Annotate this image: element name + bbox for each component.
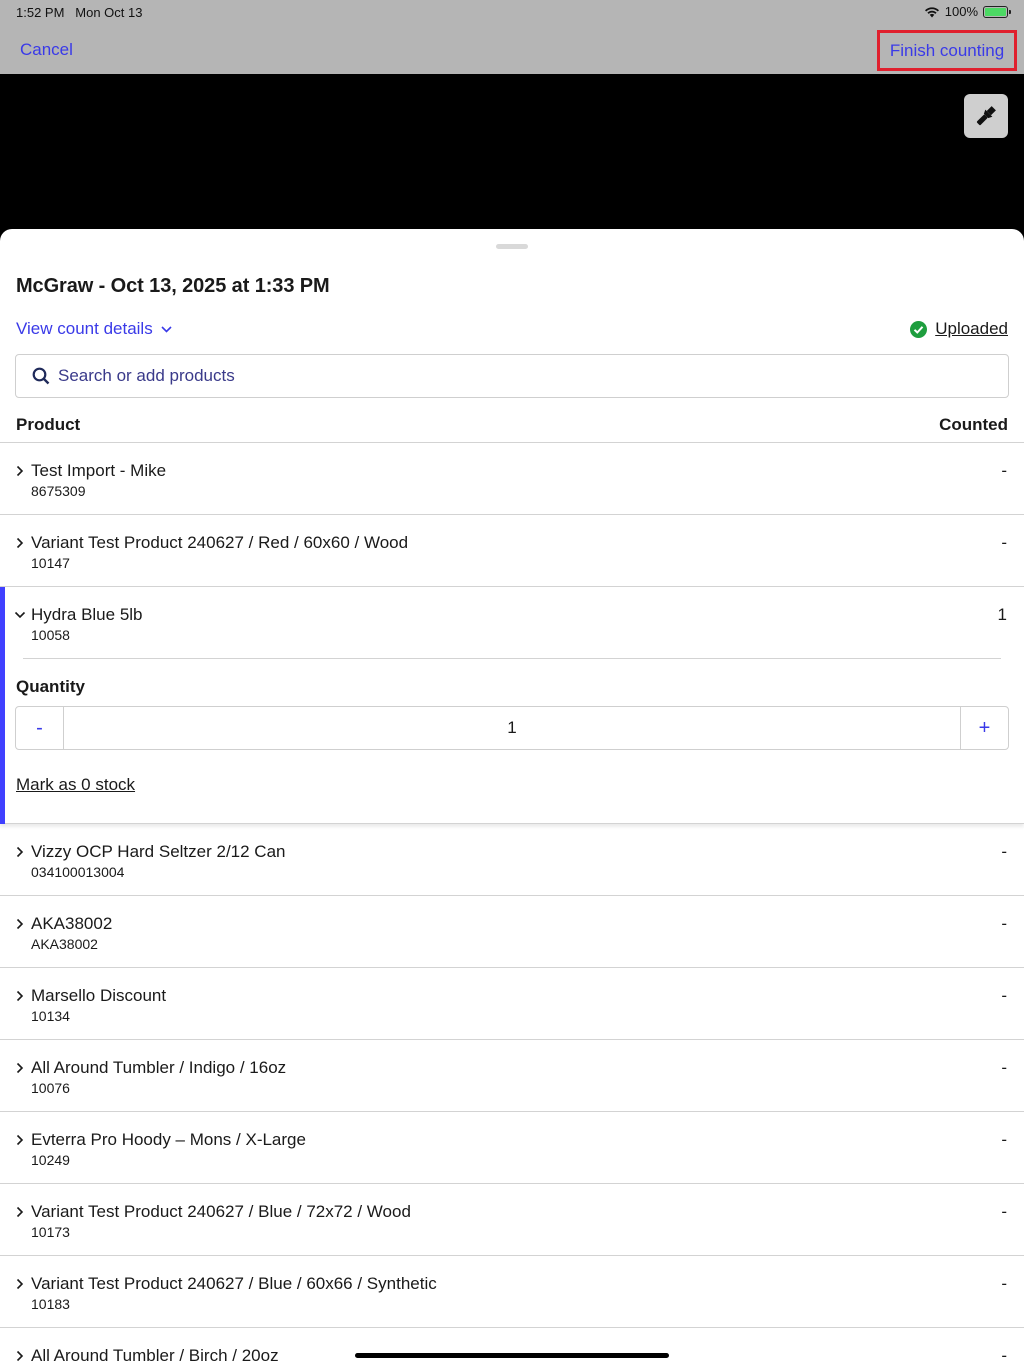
mark-zero-stock-link[interactable]: Mark as 0 stock	[16, 775, 135, 795]
status-indicators: 100%	[924, 4, 1011, 19]
chevron-right-icon	[16, 846, 24, 858]
product-counted: 1	[997, 605, 1007, 624]
increment-button[interactable]: +	[960, 707, 1008, 749]
product-row[interactable]: Test Import - Mike 8675309 -	[0, 443, 1024, 515]
uploaded-link[interactable]: Uploaded	[935, 319, 1008, 339]
product-row[interactable]: Variant Test Product 240627 / Blue / 60x…	[0, 1256, 1024, 1328]
battery-icon	[983, 5, 1011, 18]
view-count-details-link[interactable]: View count details	[16, 319, 172, 339]
product-sku: 8675309	[31, 483, 86, 499]
chevron-right-icon	[16, 1278, 24, 1290]
product-sku: 10058	[31, 627, 70, 643]
product-counted: -	[1001, 1346, 1007, 1365]
product-counted: -	[1001, 842, 1007, 861]
chevron-right-icon	[16, 1350, 24, 1362]
search-input[interactable]	[58, 366, 1008, 386]
product-row[interactable]: Variant Test Product 240627 / Blue / 72x…	[0, 1184, 1024, 1256]
chevron-right-icon	[16, 990, 24, 1002]
product-sku: 10249	[31, 1152, 70, 1168]
divider	[23, 658, 1001, 659]
product-name: Test Import - Mike	[31, 461, 167, 480]
product-row[interactable]: Hydra Blue 5lb 10058 1	[0, 587, 1024, 659]
column-counted: Counted	[939, 415, 1008, 434]
column-product: Product	[16, 415, 81, 434]
quantity-label: Quantity	[16, 677, 85, 696]
product-name: Marsello Discount	[31, 986, 167, 1005]
product-name: Variant Test Product 240627 / Blue / 60x…	[31, 1274, 437, 1293]
table-header: Product Counted	[0, 401, 1024, 443]
count-sheet: McGraw - Oct 13, 2025 at 1:33 PM View co…	[0, 229, 1024, 1366]
chevron-right-icon	[16, 537, 24, 549]
product-row-expanded: Hydra Blue 5lb 10058 1 Quantity - 1 +	[0, 587, 1024, 824]
product-sku: 034100013004	[31, 864, 125, 880]
product-sku: 10076	[31, 1080, 70, 1096]
camera-preview	[0, 74, 1024, 244]
chevron-down-icon	[14, 611, 26, 619]
flashlight-button[interactable]	[964, 94, 1008, 138]
quantity-input[interactable]: 1	[64, 707, 960, 749]
flashlight-icon	[976, 106, 996, 126]
upload-status: Uploaded	[910, 319, 1008, 339]
product-name: Variant Test Product 240627 / Blue / 72x…	[31, 1202, 411, 1221]
product-counted: -	[1001, 1274, 1007, 1293]
product-sku: 10173	[31, 1224, 70, 1240]
chevron-down-icon	[161, 325, 172, 333]
product-row[interactable]: Marsello Discount 10134 -	[0, 968, 1024, 1040]
product-row[interactable]: All Around Tumbler / Birch / 20oz -	[0, 1328, 1024, 1366]
sheet-grabber[interactable]	[496, 244, 528, 249]
product-counted: -	[1001, 461, 1007, 480]
product-sku: 10147	[31, 555, 70, 571]
product-name: Hydra Blue 5lb	[31, 605, 143, 624]
quantity-stepper: - 1 +	[15, 706, 1009, 750]
search-icon	[32, 367, 50, 385]
product-counted: -	[1001, 986, 1007, 1005]
product-counted: -	[1001, 914, 1007, 933]
product-name: Evterra Pro Hoody – Mons / X-Large	[31, 1130, 306, 1149]
chevron-right-icon	[16, 1134, 24, 1146]
status-time: 1:52 PM Mon Oct 13	[16, 5, 143, 20]
product-sku: 10183	[31, 1296, 70, 1312]
count-title: McGraw - Oct 13, 2025 at 1:33 PM	[16, 275, 330, 297]
product-row[interactable]: Variant Test Product 240627 / Red / 60x6…	[0, 515, 1024, 587]
product-counted: -	[1001, 1130, 1007, 1149]
product-row[interactable]: All Around Tumbler / Indigo / 16oz 10076…	[0, 1040, 1024, 1112]
product-list: Test Import - Mike 8675309 - Variant Tes…	[0, 443, 1024, 1366]
product-counted: -	[1001, 1202, 1007, 1221]
product-counted: -	[1001, 533, 1007, 552]
chevron-right-icon	[16, 1206, 24, 1218]
product-sku: AKA38002	[31, 936, 98, 952]
product-sku: 10134	[31, 1008, 70, 1024]
chevron-right-icon	[16, 465, 24, 477]
check-circle-icon	[910, 320, 928, 338]
battery-percent: 100%	[944, 4, 978, 19]
product-row[interactable]: AKA38002 AKA38002 -	[0, 896, 1024, 968]
wifi-icon	[924, 6, 939, 17]
chevron-right-icon	[16, 918, 24, 930]
product-name: Vizzy OCP Hard Seltzer 2/12 Can	[31, 842, 286, 861]
product-name: All Around Tumbler / Indigo / 16oz	[31, 1058, 287, 1077]
product-name: Variant Test Product 240627 / Red / 60x6…	[31, 533, 409, 552]
finish-counting-button[interactable]: Finish counting	[877, 30, 1017, 71]
chevron-right-icon	[16, 1062, 24, 1074]
product-name: AKA38002	[31, 914, 113, 933]
cancel-button[interactable]: Cancel	[20, 40, 73, 60]
navigation-bar: 1:52 PM Mon Oct 13 100% Cancel Finish co…	[0, 0, 1024, 74]
product-row[interactable]: Evterra Pro Hoody – Mons / X-Large 10249…	[0, 1112, 1024, 1184]
product-name: All Around Tumbler / Birch / 20oz	[31, 1346, 279, 1365]
decrement-button[interactable]: -	[16, 707, 64, 749]
home-indicator[interactable]	[355, 1353, 669, 1358]
product-counted: -	[1001, 1058, 1007, 1077]
product-row[interactable]: Vizzy OCP Hard Seltzer 2/12 Can 03410001…	[0, 824, 1024, 896]
search-bar[interactable]	[15, 354, 1009, 398]
